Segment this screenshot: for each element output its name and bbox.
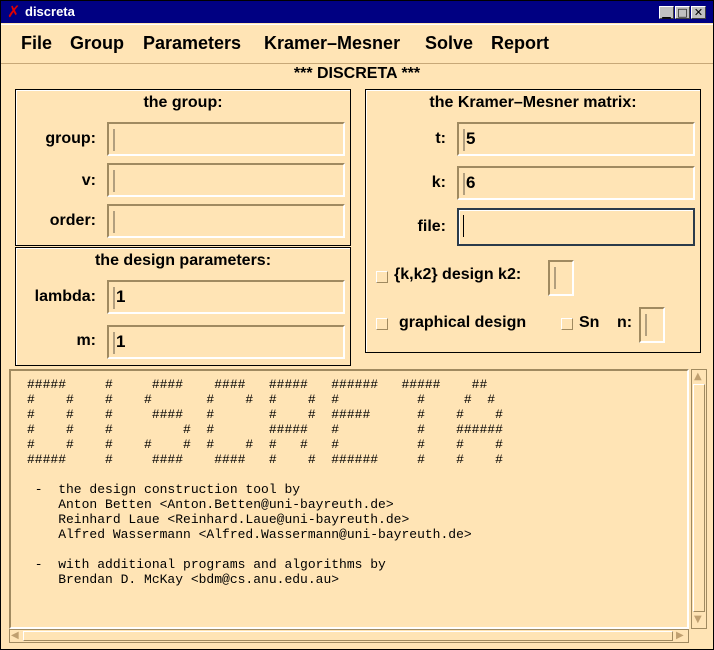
k2-design-label: {k,k2} design k2: bbox=[394, 266, 522, 283]
window-title: discreta bbox=[25, 4, 75, 19]
menu-parameters[interactable]: Parameters bbox=[143, 33, 241, 54]
k2-design-checkbox[interactable] bbox=[376, 271, 388, 283]
vertical-scrollbar[interactable]: ▲ ▼ bbox=[691, 369, 707, 629]
horizontal-scrollbar[interactable]: ◀ ▶ bbox=[9, 629, 689, 643]
menu-kramer-mesner[interactable]: Kramer–Mesner bbox=[264, 33, 400, 54]
order-input[interactable] bbox=[107, 204, 345, 238]
menu-bar: File Group Parameters Kramer–Mesner Solv… bbox=[1, 24, 713, 64]
km-frame-title: the Kramer–Mesner matrix: bbox=[429, 94, 637, 111]
menu-solve[interactable]: Solve bbox=[425, 33, 473, 54]
sn-label: Sn bbox=[579, 314, 600, 331]
n-input[interactable] bbox=[639, 307, 665, 343]
horizontal-scroll-thumb[interactable] bbox=[23, 631, 673, 641]
scroll-up-arrow-icon[interactable]: ▲ bbox=[694, 372, 702, 382]
graphical-design-label: graphical design bbox=[399, 314, 527, 331]
order-label: order: bbox=[49, 212, 96, 229]
t-label: t: bbox=[435, 130, 446, 147]
n-label: n: bbox=[617, 314, 633, 331]
scroll-left-arrow-icon[interactable]: ◀ bbox=[11, 631, 19, 641]
app-title: *** DISCRETA *** bbox=[293, 65, 421, 82]
file-input[interactable] bbox=[457, 208, 695, 246]
m-label: m: bbox=[76, 332, 96, 349]
discreta-window: ✗ discreta ▁ □ ✕ File Group Parameters K… bbox=[0, 0, 714, 650]
group-input[interactable] bbox=[107, 122, 345, 156]
menu-report[interactable]: Report bbox=[491, 33, 549, 54]
file-label: file: bbox=[417, 218, 446, 235]
k-label: k: bbox=[431, 174, 446, 191]
minimize-button[interactable]: ▁ bbox=[659, 6, 674, 19]
t-input[interactable]: 5 bbox=[457, 122, 695, 156]
kramer-mesner-frame: the Kramer–Mesner matrix: t: 5 k: 6 file… bbox=[365, 89, 701, 353]
group-frame: the group: group: v: order: bbox=[15, 89, 351, 246]
x-app-icon[interactable]: ✗ bbox=[7, 3, 20, 21]
graphical-design-checkbox[interactable] bbox=[376, 318, 388, 330]
lambda-label: lambda: bbox=[34, 288, 96, 305]
v-input[interactable] bbox=[107, 163, 345, 197]
v-label: v: bbox=[81, 172, 96, 189]
maximize-button[interactable]: □ bbox=[675, 6, 690, 19]
lambda-input[interactable]: 1 bbox=[107, 280, 345, 314]
close-button[interactable]: ✕ bbox=[691, 6, 706, 19]
title-bar[interactable]: ✗ discreta ▁ □ ✕ bbox=[1, 1, 713, 23]
design-parameters-frame: the design parameters: lambda: 1 m: 1 bbox=[15, 247, 351, 366]
vertical-scroll-thumb[interactable] bbox=[693, 384, 705, 612]
group-frame-title: the group: bbox=[143, 94, 223, 111]
menu-group[interactable]: Group bbox=[70, 33, 124, 54]
scroll-down-arrow-icon[interactable]: ▼ bbox=[694, 615, 702, 625]
k-input[interactable]: 6 bbox=[457, 166, 695, 200]
k2-input[interactable] bbox=[548, 260, 574, 296]
m-input[interactable]: 1 bbox=[107, 325, 345, 359]
scroll-right-arrow-icon[interactable]: ▶ bbox=[676, 631, 684, 641]
group-label: group: bbox=[45, 130, 96, 147]
sn-checkbox[interactable] bbox=[561, 318, 573, 330]
output-text-area[interactable]: ##### # #### #### ##### ###### ##### ## … bbox=[9, 369, 689, 629]
design-frame-title: the design parameters: bbox=[94, 252, 272, 269]
output-text: ##### # #### #### ##### ###### ##### ## … bbox=[27, 377, 503, 587]
menu-file[interactable]: File bbox=[21, 33, 52, 54]
